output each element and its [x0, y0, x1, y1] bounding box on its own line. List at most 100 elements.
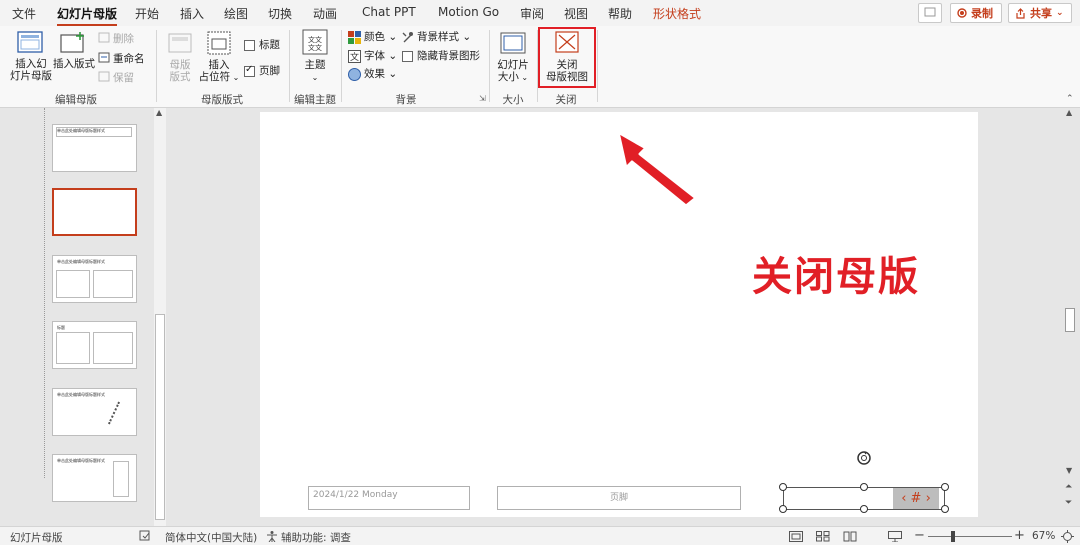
fonts-button[interactable]: 字体 ⌄: [364, 50, 397, 62]
share-button[interactable]: 共享 ⌄: [1008, 3, 1072, 23]
resize-handle[interactable]: [941, 483, 949, 491]
slide-number-field[interactable]: ‹ # ›: [893, 488, 939, 509]
reading-view-icon[interactable]: [843, 531, 857, 542]
hide-background-checkbox[interactable]: [402, 51, 413, 62]
comments-button[interactable]: [918, 3, 942, 23]
group-label-edit-master: 编辑母版: [55, 94, 97, 106]
resize-handle[interactable]: [860, 505, 868, 513]
tab-motiongo[interactable]: Motion Go: [438, 5, 499, 19]
resize-handle[interactable]: [779, 505, 787, 513]
delete-icon: [98, 32, 110, 43]
title-checkbox[interactable]: [244, 40, 255, 51]
scrollbar-thumb[interactable]: [1065, 308, 1075, 332]
overlay-caption: 关闭母版: [752, 254, 920, 300]
footer-checkbox-label: 页脚: [259, 65, 280, 77]
slide-size-button[interactable]: 幻灯片 大小 ⌄: [494, 59, 532, 84]
group-divider: [597, 30, 598, 102]
view-status: 幻灯片母版: [10, 532, 63, 544]
footer-placeholder[interactable]: 页脚: [497, 486, 741, 510]
tab-chatppt[interactable]: Chat PPT: [362, 5, 416, 19]
insert-layout-icon: [60, 32, 84, 53]
tab-shape-format[interactable]: 形状格式: [653, 5, 701, 22]
tab-home[interactable]: 开始: [135, 5, 159, 22]
slideshow-icon[interactable]: [888, 531, 902, 542]
group-divider: [156, 30, 157, 102]
record-button[interactable]: 录制: [950, 3, 1002, 23]
thumbnail-layout-3[interactable]: 单击此处编辑母版标题样式: [52, 255, 137, 303]
background-styles-icon: [402, 32, 413, 43]
slide-sorter-icon[interactable]: [816, 531, 830, 542]
previous-slide-icon[interactable]: ⏶: [1065, 482, 1072, 492]
scrollbar-thumb[interactable]: [155, 314, 165, 520]
background-styles-button[interactable]: 背景样式 ⌄: [417, 31, 471, 43]
tab-draw[interactable]: 绘图: [224, 5, 248, 22]
preserve-button[interactable]: 保留: [113, 72, 134, 84]
scroll-down-icon[interactable]: ▼: [1066, 466, 1072, 475]
scroll-up-icon[interactable]: ▲: [156, 108, 162, 117]
colors-button[interactable]: 颜色 ⌄: [364, 31, 397, 43]
zoom-in-icon[interactable]: +: [1014, 528, 1025, 543]
tab-slide-master[interactable]: 幻灯片母版: [57, 5, 118, 27]
tab-insert[interactable]: 插入: [180, 5, 204, 22]
svg-text:文文: 文文: [308, 43, 322, 52]
status-bar: 幻灯片母版 简体中文(中国大陆) 辅助功能: 调查 − + 67%: [0, 526, 1080, 545]
next-slide-icon[interactable]: ⏷: [1065, 498, 1072, 508]
footer-checkbox[interactable]: ✓: [244, 64, 255, 77]
scroll-up-icon[interactable]: ▲: [1066, 108, 1072, 117]
zoom-slider-handle[interactable]: [951, 531, 955, 542]
collapse-ribbon-icon[interactable]: ⌃: [1066, 94, 1074, 104]
effects-icon: [348, 68, 361, 81]
fonts-icon: 文: [348, 50, 361, 63]
insert-placeholder-button[interactable]: 插入 占位符 ⌄: [197, 59, 241, 84]
delete-button[interactable]: 删除: [113, 33, 134, 45]
resize-handle[interactable]: [860, 483, 868, 491]
insert-slide-master-icon: [17, 31, 43, 53]
rotate-handle-icon[interactable]: [856, 450, 872, 466]
tab-animations[interactable]: 动画: [313, 5, 337, 22]
comment-icon: [924, 7, 936, 17]
tab-help[interactable]: 帮助: [608, 5, 632, 22]
preserve-icon: [98, 71, 110, 82]
spell-check-icon[interactable]: [139, 530, 151, 542]
zoom-slider[interactable]: [928, 536, 1012, 537]
master-layout-button[interactable]: 母版 版式: [162, 59, 198, 83]
svg-text:文文: 文文: [308, 35, 322, 44]
main-scrollbar[interactable]: ▲ ▼ ⏶ ⏷: [1064, 108, 1076, 526]
fit-slide-icon[interactable]: [1061, 530, 1074, 543]
tab-transitions[interactable]: 切换: [268, 5, 292, 22]
svg-text:文: 文: [350, 51, 359, 63]
thumbnail-layout-4[interactable]: 标题: [52, 321, 137, 369]
thumbnail-scrollbar[interactable]: ▲: [154, 108, 166, 526]
group-label-edit-theme: 编辑主题: [294, 94, 336, 106]
normal-view-icon[interactable]: [789, 531, 803, 542]
group-label-size: 大小: [502, 94, 524, 106]
thumbnail-layout-5[interactable]: 单击此处编辑母版标题样式: [52, 388, 137, 436]
slide-size-icon: [500, 32, 526, 54]
rename-button[interactable]: 重命名: [113, 53, 145, 65]
resize-handle[interactable]: [779, 483, 787, 491]
theme-button[interactable]: 主题 ⌄: [296, 59, 334, 84]
zoom-level[interactable]: 67%: [1032, 530, 1055, 542]
language-status[interactable]: 简体中文(中国大陆): [165, 530, 257, 545]
share-label: 共享: [1030, 7, 1052, 20]
ribbon: 插入幻 灯片母版 插入版式 删除 重命名 保留 编辑母版 母版 版式 插入 占位符 ⌄…: [0, 26, 1080, 108]
date-placeholder[interactable]: 2024/1/22 Monday: [308, 486, 470, 510]
zoom-out-icon[interactable]: −: [914, 528, 925, 543]
arrow-annotation-icon: [616, 130, 698, 208]
tab-view[interactable]: 视图: [564, 5, 588, 22]
effects-button[interactable]: 效果 ⌄: [364, 68, 397, 80]
accessibility-status[interactable]: 辅助功能: 调查: [281, 530, 351, 545]
thumbnail-layout-selected[interactable]: [52, 188, 137, 236]
dialog-launcher-icon[interactable]: ⇲: [479, 94, 486, 103]
insert-slide-master-button[interactable]: 插入幻 灯片母版: [6, 58, 56, 82]
record-icon: [957, 8, 967, 18]
tab-file[interactable]: 文件: [12, 5, 36, 22]
resize-handle[interactable]: [941, 505, 949, 513]
thumbnail-layout-6[interactable]: 单击此处编辑母版标题样式: [52, 454, 137, 502]
group-label-master-layout: 母版版式: [201, 94, 243, 106]
colors-icon: [348, 31, 361, 44]
thumbnail-layout-1[interactable]: 单击此处编辑母版标题样式: [52, 124, 137, 172]
tab-review[interactable]: 审阅: [520, 5, 544, 22]
insert-layout-button[interactable]: 插入版式: [53, 58, 95, 70]
record-label: 录制: [971, 7, 993, 20]
